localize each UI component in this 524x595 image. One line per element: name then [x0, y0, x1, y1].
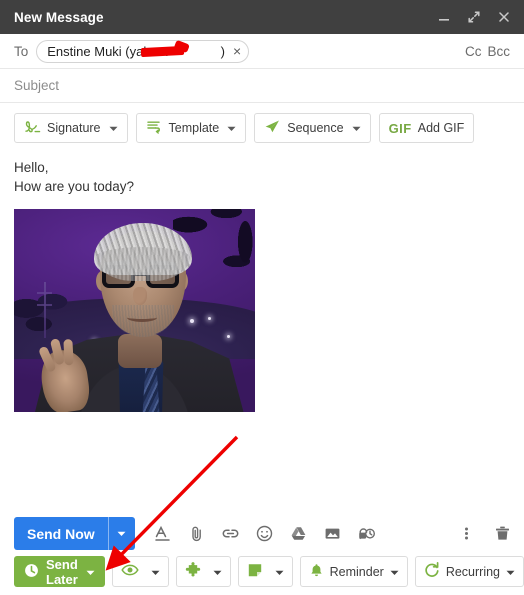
gif-light [208, 317, 211, 320]
to-label: To [14, 43, 29, 59]
gif-person-nose [133, 287, 147, 305]
send-later-label: Send Later [46, 556, 78, 587]
subject-row[interactable]: Subject [0, 69, 524, 103]
chevron-down-icon [352, 121, 361, 135]
gif-person-neck [118, 334, 162, 368]
compose-footer: Send Now Send Later Reminder Recurring [0, 511, 524, 595]
template-label: Template [168, 121, 220, 135]
send-now-dropdown[interactable] [107, 517, 135, 550]
sequence-label: Sequence [287, 121, 344, 135]
minimize-icon[interactable] [435, 9, 452, 26]
insert-link-icon[interactable] [221, 524, 241, 544]
gif-light [190, 319, 194, 323]
bcc-button[interactable]: Bcc [487, 44, 510, 59]
format-text-icon[interactable] [153, 524, 173, 544]
recipient-name: Enstine Muki (yahoo.xxxxxxxx) [47, 43, 226, 59]
remove-recipient-icon[interactable]: × [233, 44, 241, 58]
add-gif-label: Add GIF [417, 121, 465, 135]
redaction-mark [141, 45, 185, 57]
signature-icon [24, 119, 41, 137]
clock-icon [24, 563, 39, 581]
subject-input[interactable]: Subject [14, 78, 59, 93]
send-later-button[interactable]: Send Later [14, 556, 105, 587]
sticky-note-icon [247, 562, 263, 581]
send-now-button[interactable]: Send Now [14, 517, 135, 550]
insert-emoji-icon[interactable] [255, 524, 275, 544]
chevron-down-icon [390, 565, 399, 579]
chevron-down-icon [151, 565, 160, 579]
more-options-icon[interactable] [456, 524, 476, 544]
puzzle-piece-icon [185, 562, 201, 581]
window-titlebar: New Message [0, 0, 524, 34]
bell-icon [309, 563, 324, 581]
confidential-mode-icon[interactable] [357, 524, 377, 544]
recurring-icon [424, 562, 440, 581]
signature-button[interactable]: Signature [14, 113, 128, 143]
gif-light [227, 335, 230, 338]
sequence-icon [264, 119, 281, 137]
insert-photo-icon[interactable] [323, 524, 343, 544]
eye-tracking-icon [120, 563, 139, 580]
sequence-button[interactable]: Sequence [254, 113, 371, 143]
message-body[interactable]: Hello, How are you today? [0, 152, 524, 511]
compose-window: New Message To Enstine Muki (yahoo.xxxxx… [0, 0, 524, 595]
template-icon [146, 119, 163, 137]
gif-icon: GIF [388, 120, 412, 136]
chevron-down-icon [506, 565, 515, 579]
chevron-down-icon [227, 121, 236, 135]
to-row[interactable]: To Enstine Muki (yahoo.xxxxxxxx) × Cc Bc… [0, 34, 524, 69]
gif-person-mouth [127, 313, 157, 322]
close-icon[interactable] [495, 9, 512, 26]
gif-pylon [38, 282, 50, 339]
discard-draft-icon[interactable] [492, 524, 512, 544]
email-tracking-button[interactable] [111, 556, 169, 587]
expand-icon[interactable] [465, 9, 482, 26]
reminder-button[interactable]: Reminder [299, 556, 408, 587]
chevron-down-icon [109, 121, 118, 135]
google-drive-icon[interactable] [289, 524, 309, 544]
body-line: How are you today? [14, 179, 135, 194]
attach-file-icon[interactable] [187, 524, 207, 544]
body-line: Hello, [14, 160, 49, 175]
embedded-gif[interactable] [14, 209, 255, 412]
send-row: Send Now [0, 511, 524, 556]
cc-bcc-group: Cc Bcc [465, 44, 510, 59]
plugin-row: Send Later Reminder Recurring [0, 556, 524, 595]
chevron-down-icon [213, 565, 222, 579]
chevron-down-icon [86, 564, 95, 579]
footer-right-icons [456, 524, 512, 544]
recurring-button[interactable]: Recurring [414, 556, 524, 587]
notes-button[interactable] [237, 556, 293, 587]
template-button[interactable]: Template [135, 113, 247, 143]
compose-icon-strip [153, 524, 377, 544]
integrations-button[interactable] [175, 556, 231, 587]
window-title: New Message [14, 9, 104, 25]
recurring-label: Recurring [445, 564, 500, 579]
send-now-label: Send Now [14, 517, 108, 550]
feature-toolbar: Signature Template Sequence GIF Add GIF [0, 103, 524, 152]
window-controls [435, 9, 512, 26]
signature-label: Signature [47, 121, 101, 135]
chevron-down-icon [275, 565, 284, 579]
cc-button[interactable]: Cc [465, 44, 482, 59]
add-gif-button[interactable]: GIF Add GIF [378, 113, 475, 143]
reminder-label: Reminder [329, 564, 384, 579]
recipient-chip[interactable]: Enstine Muki (yahoo.xxxxxxxx) × [36, 39, 250, 63]
